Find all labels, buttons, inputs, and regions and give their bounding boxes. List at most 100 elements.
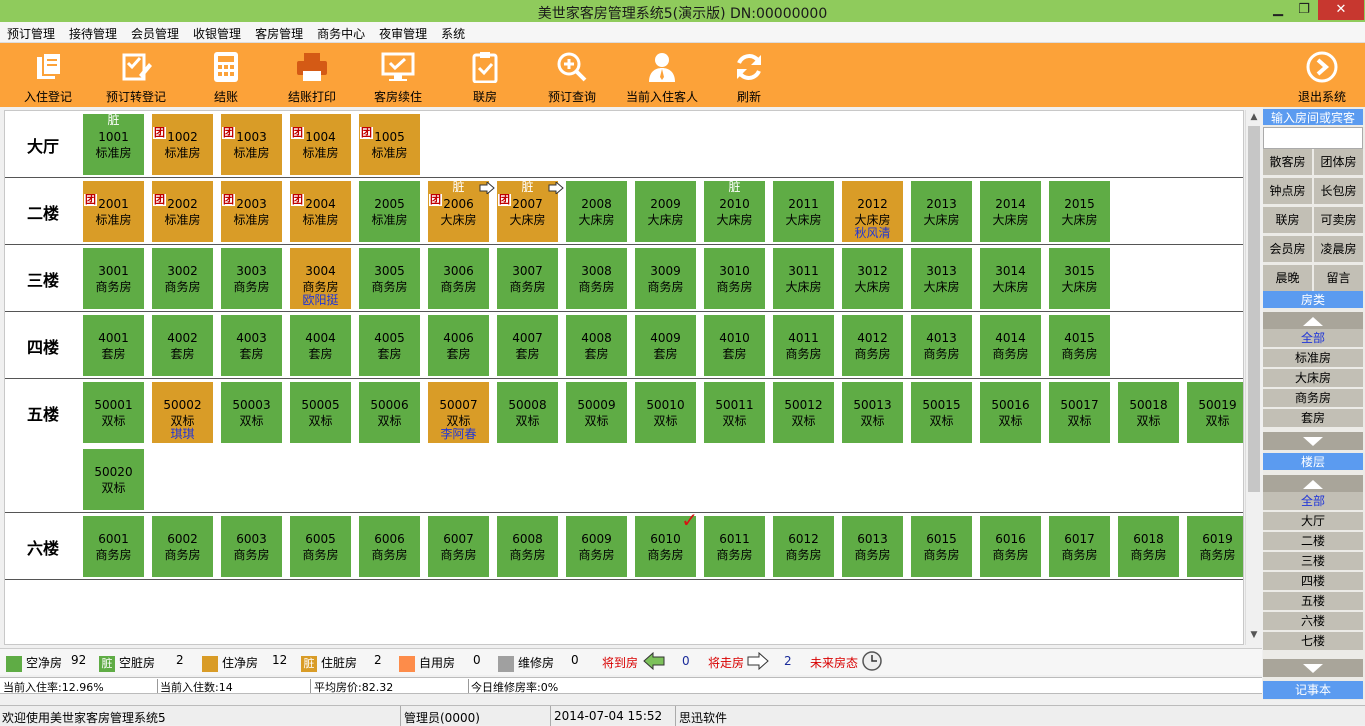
- room-tile[interactable]: 50018 双标: [1118, 382, 1179, 443]
- room-tile[interactable]: 2015 大床房: [1049, 181, 1110, 242]
- floor-filter-item[interactable]: 六楼: [1263, 612, 1363, 631]
- refresh-button[interactable]: 刷新: [726, 43, 772, 107]
- room-tile[interactable]: 6007 商务房: [428, 516, 489, 577]
- checkout-print-button[interactable]: 结账打印: [280, 43, 344, 107]
- room-tile[interactable]: 2011 大床房: [773, 181, 834, 242]
- filter-button[interactable]: 晨晚: [1263, 265, 1312, 291]
- scroll-down-icon[interactable]: ▼: [1246, 630, 1262, 640]
- room-tile[interactable]: 50009 双标: [566, 382, 627, 443]
- room-tile[interactable]: 50020 双标: [83, 449, 144, 510]
- room-tile[interactable]: 3009 商务房: [635, 248, 696, 309]
- room-tile[interactable]: 3012 大床房: [842, 248, 903, 309]
- room-tile[interactable]: 50017 双标: [1049, 382, 1110, 443]
- room-tile[interactable]: 脏 2010 大床房: [704, 181, 765, 242]
- room-type-scroll-down[interactable]: [1263, 432, 1363, 450]
- filter-button[interactable]: 散客房: [1263, 149, 1312, 175]
- room-tile[interactable]: 3006 商务房: [428, 248, 489, 309]
- room-tile[interactable]: 4015 商务房: [1049, 315, 1110, 376]
- room-tile[interactable]: 50008 双标: [497, 382, 558, 443]
- menu-item[interactable]: 接待管理: [62, 22, 124, 42]
- clock-icon[interactable]: [862, 651, 883, 675]
- room-tile[interactable]: 4012 商务房: [842, 315, 903, 376]
- room-tile[interactable]: 6018 商务房: [1118, 516, 1179, 577]
- room-tile[interactable]: 6019 商务房: [1187, 516, 1243, 577]
- room-tile[interactable]: 2009 大床房: [635, 181, 696, 242]
- room-tile[interactable]: 6003 商务房: [221, 516, 282, 577]
- room-tile[interactable]: 3002 商务房: [152, 248, 213, 309]
- room-tile[interactable]: 团 2001 标准房: [83, 181, 144, 242]
- filter-button[interactable]: 钟点房: [1263, 178, 1312, 204]
- room-tile[interactable]: 50012 双标: [773, 382, 834, 443]
- room-type-item[interactable]: 标准房: [1263, 349, 1363, 368]
- room-tile[interactable]: 4013 商务房: [911, 315, 972, 376]
- room-tile[interactable]: 50010 双标: [635, 382, 696, 443]
- room-tile[interactable]: 团 2003 标准房: [221, 181, 282, 242]
- room-tile[interactable]: 3005 商务房: [359, 248, 420, 309]
- room-tile[interactable]: 6002 商务房: [152, 516, 213, 577]
- room-tile[interactable]: 团 1005 标准房: [359, 114, 420, 175]
- floor-filter-item[interactable]: 七楼: [1263, 632, 1363, 651]
- filter-button[interactable]: 联房: [1263, 207, 1312, 233]
- room-tile[interactable]: 6017 商务房: [1049, 516, 1110, 577]
- room-tile[interactable]: 6001 商务房: [83, 516, 144, 577]
- room-tile[interactable]: 2012 大床房 秋风清: [842, 181, 903, 242]
- room-tile[interactable]: 3008 商务房: [566, 248, 627, 309]
- menu-item[interactable]: 客房管理: [248, 22, 310, 42]
- room-tile[interactable]: 脏 1001 标准房: [83, 114, 144, 175]
- room-tile[interactable]: 50013 双标: [842, 382, 903, 443]
- scroll-thumb[interactable]: [1248, 126, 1260, 492]
- menu-item[interactable]: 商务中心: [310, 22, 372, 42]
- link-rooms-button[interactable]: 联房: [460, 43, 510, 107]
- room-tile[interactable]: 50007 双标 李阿春: [428, 382, 489, 443]
- checkin-button[interactable]: 入住登记: [16, 43, 80, 107]
- menu-item[interactable]: 预订管理: [0, 22, 62, 42]
- room-tile[interactable]: 团 2002 标准房: [152, 181, 213, 242]
- room-tile[interactable]: 50003 双标: [221, 382, 282, 443]
- room-tile[interactable]: 6016 商务房: [980, 516, 1041, 577]
- room-tile[interactable]: 3001 商务房: [83, 248, 144, 309]
- filter-button[interactable]: 会员房: [1263, 236, 1312, 262]
- floor-filter-item[interactable]: 三楼: [1263, 552, 1363, 571]
- room-tile[interactable]: 4005 套房: [359, 315, 420, 376]
- room-type-item[interactable]: 大床房: [1263, 369, 1363, 388]
- room-tile[interactable]: 团 2004 标准房: [290, 181, 351, 242]
- minimize-button[interactable]: ▁: [1265, 0, 1291, 20]
- room-tile[interactable]: 6013 商务房: [842, 516, 903, 577]
- room-tile[interactable]: 4009 套房: [635, 315, 696, 376]
- room-tile[interactable]: 脏团 2006 大床房: [428, 180, 495, 242]
- extend-stay-button[interactable]: 客房续住: [366, 43, 430, 107]
- room-tile[interactable]: 4004 套房: [290, 315, 351, 376]
- room-tile[interactable]: 50006 双标: [359, 382, 420, 443]
- floor-scroll-down[interactable]: [1263, 659, 1363, 677]
- legend-future-status[interactable]: 未来房态: [810, 654, 858, 671]
- room-tile[interactable]: 团 1004 标准房: [290, 114, 351, 175]
- room-type-item[interactable]: 套房: [1263, 409, 1363, 428]
- room-guest-search-input[interactable]: [1263, 127, 1363, 149]
- room-type-item[interactable]: 商务房: [1263, 389, 1363, 408]
- room-tile[interactable]: 2008 大床房: [566, 181, 627, 242]
- notepad-button[interactable]: 记事本: [1263, 681, 1363, 699]
- room-tile[interactable]: 50011 双标: [704, 382, 765, 443]
- room-tile[interactable]: 2014 大床房: [980, 181, 1041, 242]
- room-tile[interactable]: 50005 双标: [290, 382, 351, 443]
- room-tile[interactable]: 2013 大床房: [911, 181, 972, 242]
- room-tile[interactable]: 50002 双标 琪琪: [152, 382, 213, 443]
- exit-system-button[interactable]: 退出系统: [1294, 43, 1350, 107]
- room-tile[interactable]: 6012 商务房: [773, 516, 834, 577]
- room-tile[interactable]: 3007 商务房: [497, 248, 558, 309]
- checkout-button[interactable]: 结账: [198, 43, 254, 107]
- menu-item[interactable]: 会员管理: [124, 22, 186, 42]
- room-tile[interactable]: 50019 双标: [1187, 382, 1243, 443]
- room-tile[interactable]: 3015 大床房: [1049, 248, 1110, 309]
- scroll-up-icon[interactable]: ▲: [1246, 112, 1262, 122]
- room-tile[interactable]: 3003 商务房: [221, 248, 282, 309]
- room-tile[interactable]: 团 1002 标准房: [152, 114, 213, 175]
- room-tile[interactable]: 2005 标准房: [359, 181, 420, 242]
- room-tile[interactable]: 3014 大床房: [980, 248, 1041, 309]
- room-tile[interactable]: 4002 套房: [152, 315, 213, 376]
- menu-item[interactable]: 夜审管理: [372, 22, 434, 42]
- close-button[interactable]: ✕: [1318, 0, 1364, 20]
- floor-scroll-up[interactable]: [1263, 475, 1363, 493]
- room-type-scroll-up[interactable]: [1263, 312, 1363, 330]
- room-tile[interactable]: 4007 套房: [497, 315, 558, 376]
